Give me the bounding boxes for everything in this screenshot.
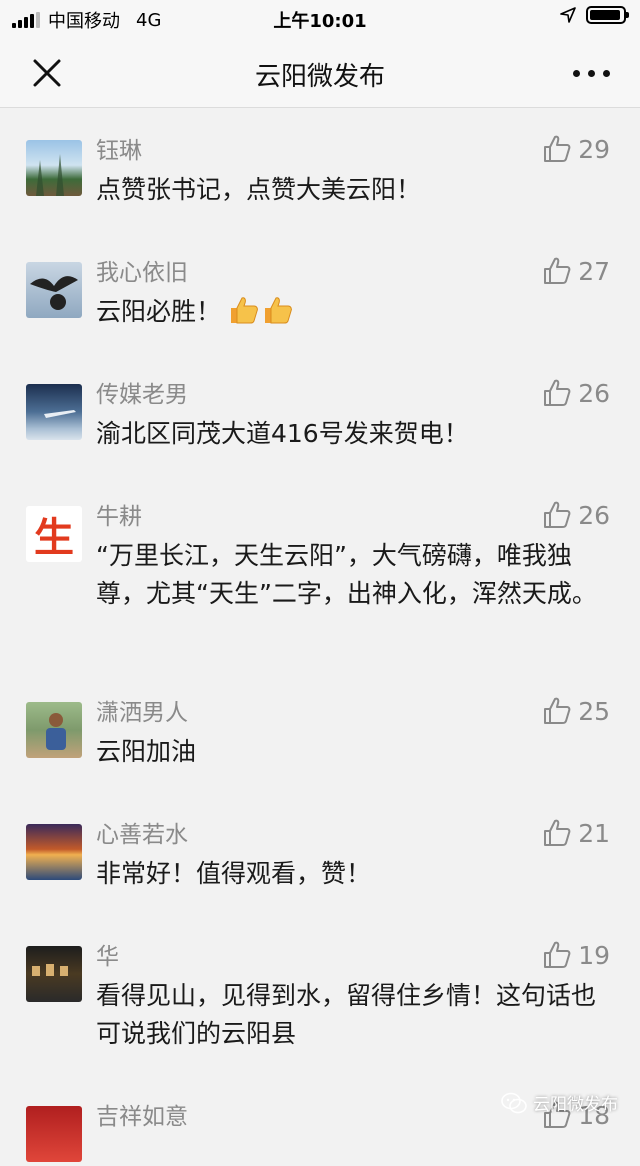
status-bar: 中国移动 4G 上午10:01 bbox=[0, 0, 640, 36]
page-title: 云阳微发布 bbox=[254, 62, 385, 92]
battery-icon bbox=[586, 6, 629, 24]
comment-item: 生 牛耕 “万里长江，天生云阳”，大气磅礴，唯我独尊，尤其“天生”二字，出神入化… bbox=[0, 486, 640, 682]
comment-text: 看得见山，见得到水，留得住乡情！这句话也可说我们的云阳县 bbox=[96, 981, 597, 1048]
like-count: 26 bbox=[578, 378, 610, 408]
thumbs-up-emoji bbox=[264, 297, 292, 324]
like-button[interactable]: 19 bbox=[542, 940, 610, 970]
like-button[interactable]: 27 bbox=[542, 256, 610, 286]
like-button[interactable]: 26 bbox=[542, 378, 610, 408]
watermark-text: 云阳微发布 bbox=[533, 1095, 618, 1115]
comment-item: 传媒老男 渝北区同茂大道416号发来贺电！ 26 bbox=[0, 364, 640, 486]
comment-text: 渝北区同茂大道416号发来贺电！ bbox=[96, 419, 469, 448]
like-count: 29 bbox=[578, 134, 610, 164]
avatar[interactable] bbox=[26, 702, 82, 758]
avatar[interactable] bbox=[26, 946, 82, 1002]
thumbs-up-icon bbox=[544, 135, 571, 162]
avatar[interactable] bbox=[26, 824, 82, 880]
like-count: 21 bbox=[578, 818, 610, 848]
comment-item: 潇洒男人 云阳加油 25 bbox=[0, 682, 640, 804]
like-count: 25 bbox=[578, 696, 610, 726]
like-button[interactable]: 29 bbox=[542, 134, 610, 164]
thumbs-up-icon bbox=[544, 819, 571, 846]
avatar[interactable]: 生 bbox=[26, 506, 82, 562]
nav-bar: 云阳微发布 bbox=[0, 36, 640, 108]
like-count: 26 bbox=[578, 500, 610, 530]
thumbs-up-icon bbox=[544, 941, 571, 968]
comment-text: “万里长江，天生云阳”，大气磅礴，唯我独尊，尤其“天生”二字，出神入化，浑然天成… bbox=[96, 541, 597, 608]
comment-text bbox=[96, 1134, 640, 1137]
more-options-icon[interactable] bbox=[573, 58, 610, 77]
avatar[interactable] bbox=[26, 140, 82, 196]
thumbs-up-icon bbox=[544, 697, 571, 724]
watermark: 云阳微发布 bbox=[501, 1090, 618, 1115]
location-arrow-icon bbox=[560, 7, 576, 23]
status-time: 上午10:01 bbox=[273, 11, 367, 32]
comment-item: 钰琳 点赞张书记，点赞大美云阳！ 29 bbox=[0, 120, 640, 242]
comment-text: 云阳必胜！ bbox=[96, 290, 640, 331]
avatar[interactable] bbox=[26, 1106, 82, 1162]
like-count: 19 bbox=[578, 940, 610, 970]
like-button[interactable]: 25 bbox=[542, 696, 610, 726]
like-button[interactable]: 21 bbox=[542, 818, 610, 848]
comment-item: 华 看得见山，见得到水，留得住乡情！这句话也可说我们的云阳县 19 bbox=[0, 926, 640, 1086]
like-count: 27 bbox=[578, 256, 610, 286]
comment-text: 点赞张书记，点赞大美云阳！ bbox=[96, 175, 422, 204]
thumbs-up-emoji bbox=[230, 297, 258, 324]
wechat-icon bbox=[501, 1092, 527, 1113]
avatar-glyph: 生 bbox=[34, 514, 74, 561]
like-button[interactable]: 26 bbox=[542, 500, 610, 530]
comment-text: 云阳加油 bbox=[96, 737, 197, 766]
thumbs-up-icon bbox=[544, 501, 571, 528]
avatar[interactable] bbox=[26, 262, 82, 318]
comment-item: 心善若水 非常好！值得观看，赞！ 21 bbox=[0, 804, 640, 926]
comment-text-body: 云阳必胜！ bbox=[96, 297, 222, 326]
thumbs-up-icon bbox=[544, 379, 571, 406]
comment-text: 非常好！值得观看，赞！ bbox=[96, 859, 372, 888]
comment-item: 我心依旧 云阳必胜！ 27 bbox=[0, 242, 640, 364]
comment-list: 钰琳 点赞张书记，点赞大美云阳！ 29 我心依旧 云阳必胜！ 27 传媒老男 渝… bbox=[0, 120, 640, 1166]
avatar[interactable] bbox=[26, 384, 82, 440]
thumbs-up-icon bbox=[544, 257, 571, 284]
